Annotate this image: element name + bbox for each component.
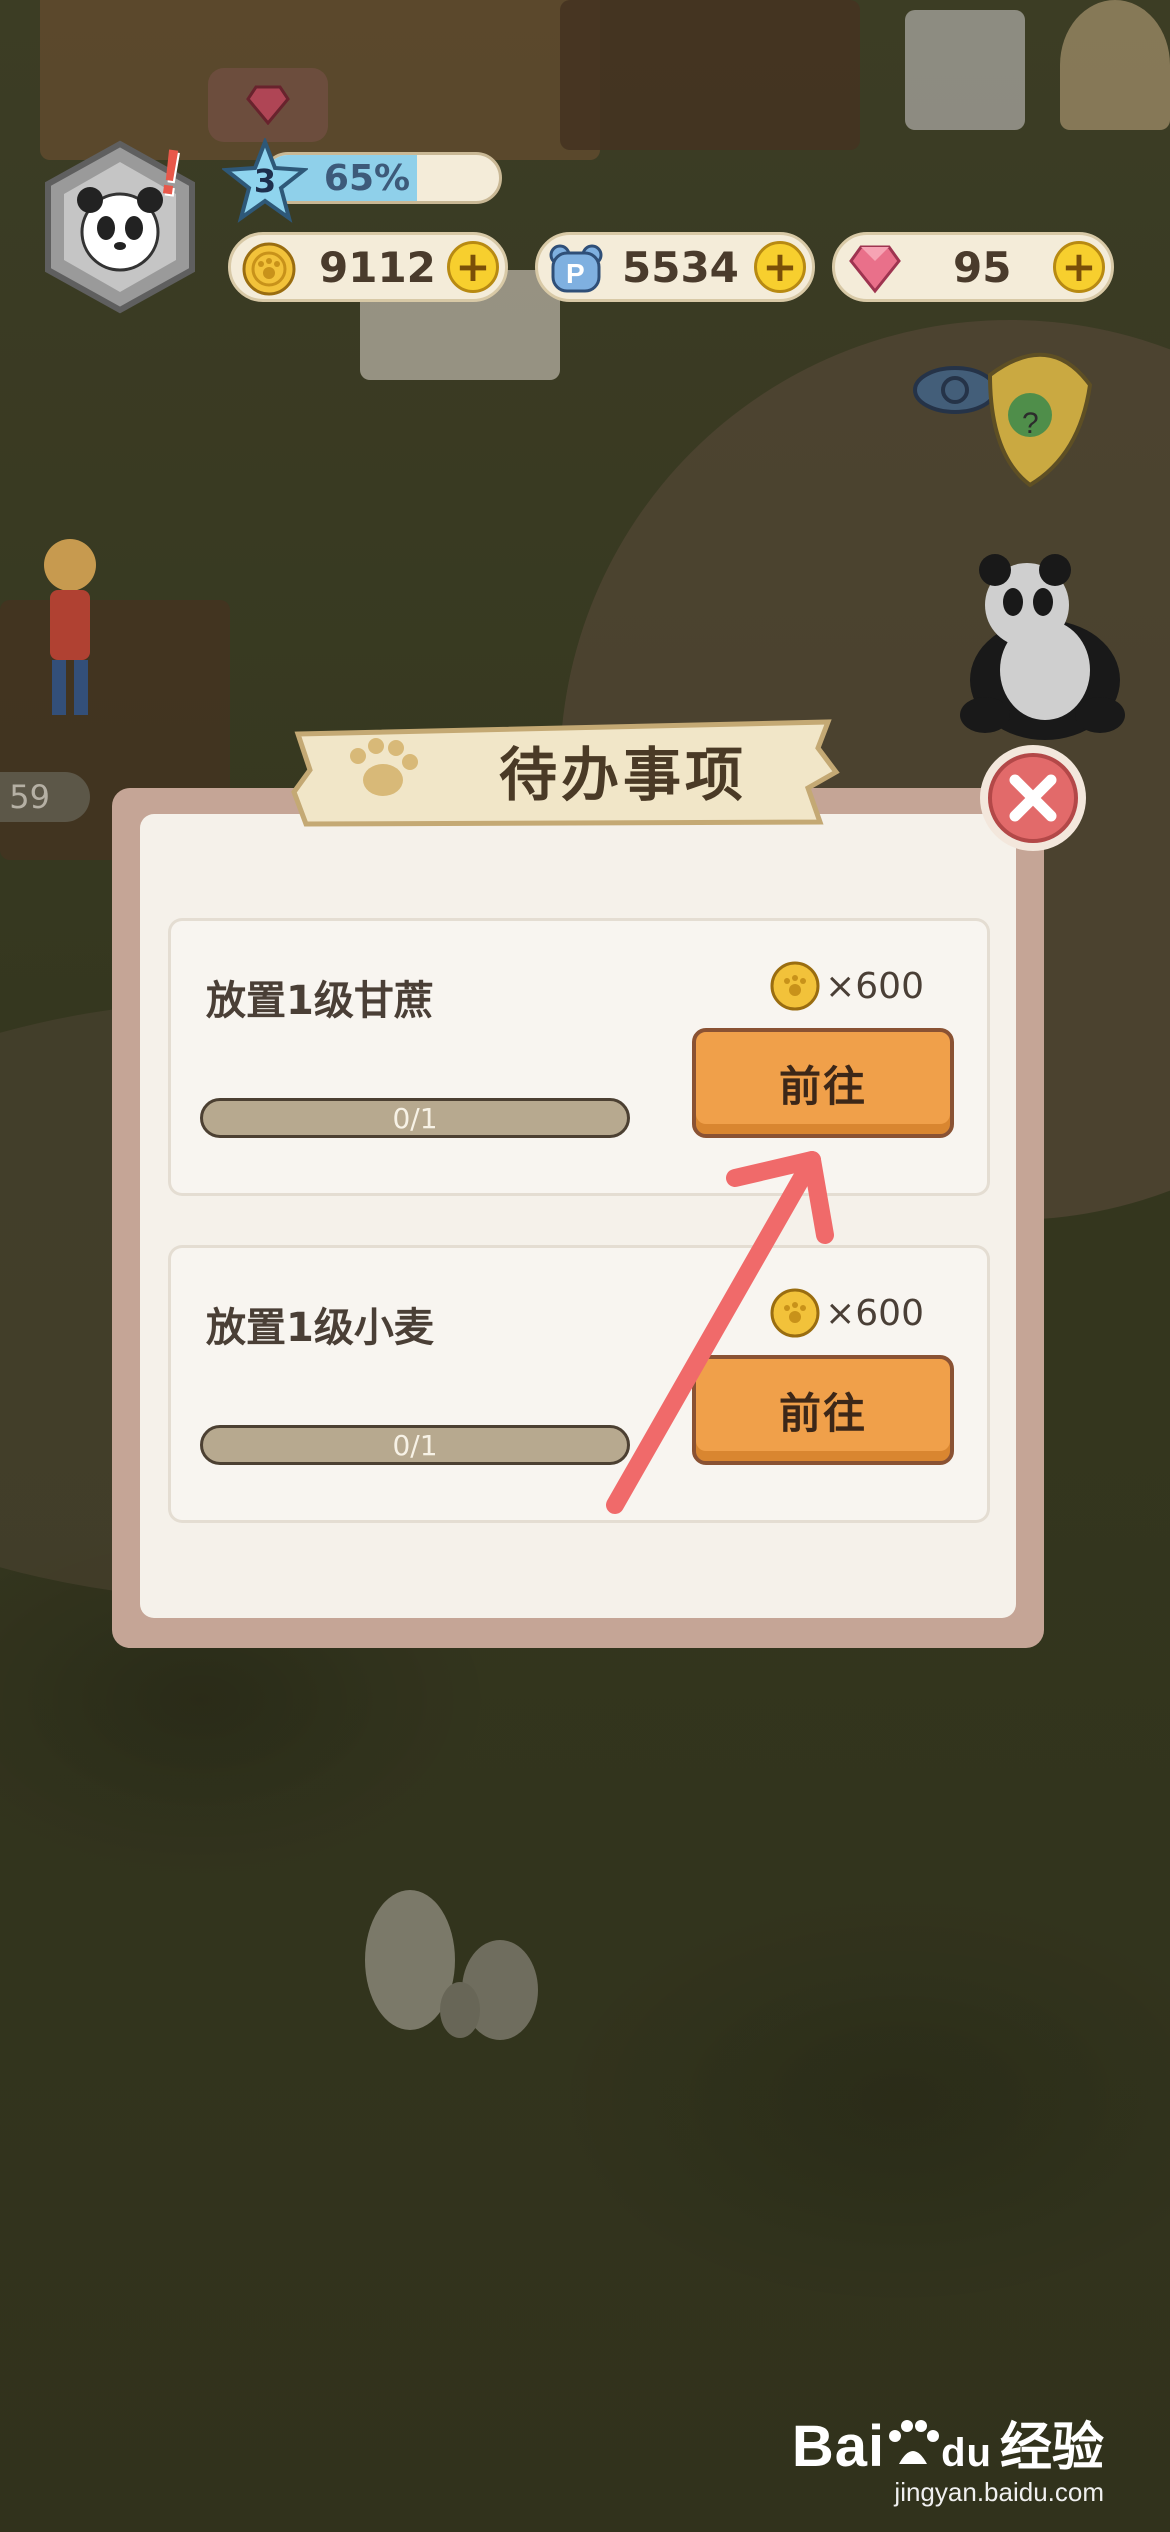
gems-counter[interactable]: 95 + [832, 232, 1114, 302]
gem-icon [849, 245, 901, 294]
paw-p-icon: P [549, 244, 603, 293]
paw-points-counter[interactable]: P 5534 + [535, 232, 815, 302]
baidu-paw-icon [889, 2420, 940, 2464]
task-card: 放置1级甘蔗 ×600 0/1 前往 [168, 918, 990, 1196]
task-progress-bar: 0/1 [200, 1425, 630, 1465]
coins-value: 9112 [319, 242, 436, 292]
gems-value: 95 [953, 242, 1012, 292]
task-progress-text: 0/1 [392, 1101, 438, 1135]
dialog-title: 待办事项 [498, 741, 747, 809]
level-number: 3 [253, 162, 277, 200]
close-icon [1009, 774, 1057, 822]
coin-icon [770, 1288, 820, 1338]
task-card: 放置1级小麦 ×600 0/1 前往 [168, 1245, 990, 1523]
svg-text:P: P [566, 258, 585, 289]
task-name: 放置1级小麦 [206, 1305, 434, 1351]
coin-icon [242, 242, 296, 296]
close-button[interactable] [980, 745, 1086, 851]
reward-amount: ×600 [825, 965, 924, 1007]
task-progress-bar: 0/1 [200, 1098, 630, 1138]
paw-points-value: 5534 [622, 242, 739, 292]
task-name: 放置1级甘蔗 [206, 978, 434, 1024]
task-progress-text: 0/1 [392, 1428, 438, 1462]
watermark-brand: Bai du [791, 2414, 992, 2479]
coin-icon [770, 961, 820, 1011]
add-coins-button[interactable]: + [447, 241, 499, 293]
gem-slot[interactable] [208, 68, 328, 142]
task-reward: ×600 [769, 960, 924, 1012]
reward-amount: ×600 [825, 1292, 924, 1334]
task-reward: ×600 [769, 1287, 924, 1339]
level-star-icon: 3 [220, 136, 310, 224]
gem-icon [246, 85, 290, 125]
add-gems-button[interactable]: + [1053, 241, 1105, 293]
watermark-url: jingyan.baidu.com [894, 2477, 1104, 2507]
coins-counter[interactable]: 9112 + [228, 232, 508, 302]
dialog-title-banner: 待办事项 [288, 712, 844, 828]
add-paw-points-button[interactable]: + [754, 241, 806, 293]
baidu-watermark: Bai du 经验 jingyan.baidu.com [791, 2405, 1104, 2507]
go-button[interactable]: 前往 [692, 1355, 954, 1465]
go-button[interactable]: 前往 [692, 1028, 954, 1138]
watermark-suffix: 经验 [999, 2419, 1104, 2477]
